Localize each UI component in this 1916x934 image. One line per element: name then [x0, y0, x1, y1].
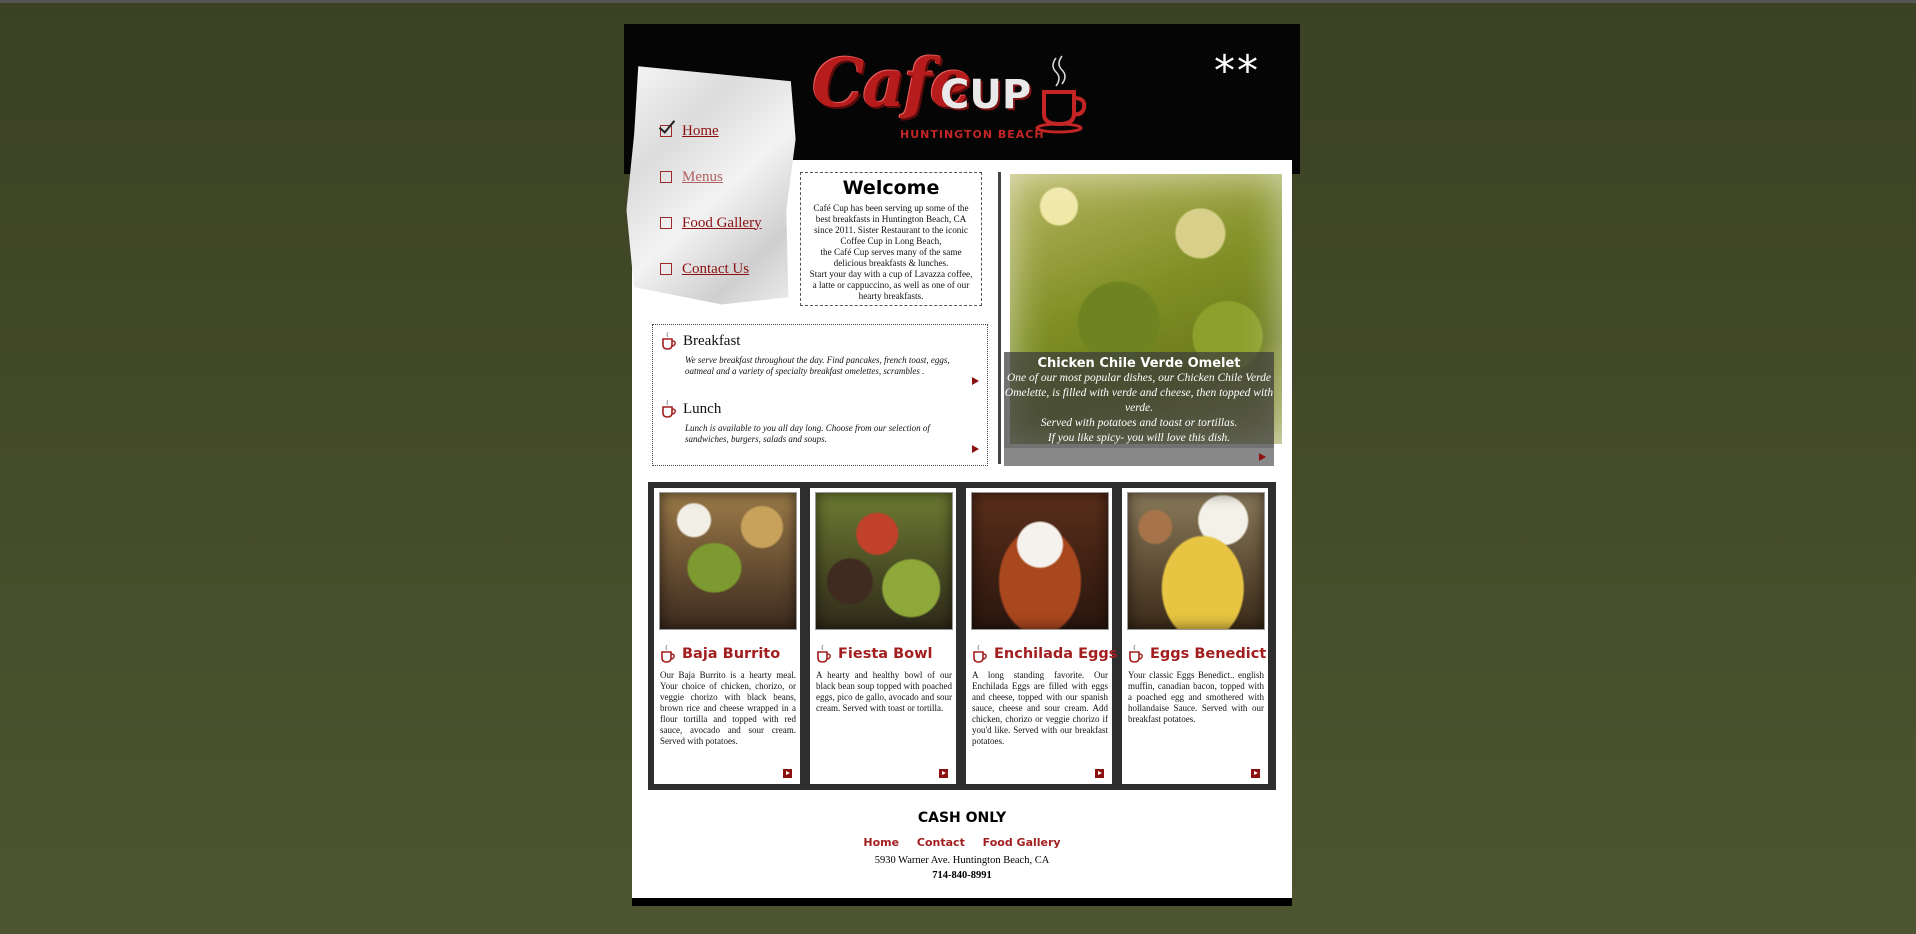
- meal-title-row: Lunch: [661, 399, 981, 419]
- dish-desc: A long standing favorite. Our Enchilada …: [972, 670, 1108, 746]
- cash-only-notice: CASH ONLY: [917, 810, 1007, 826]
- dish-card: Enchilada Eggs A long standing favorite.…: [966, 488, 1117, 784]
- featured-dish: Chicken Chile Verde Omelet One of our mo…: [1004, 172, 1282, 466]
- dish-card: Eggs Benedict Your classic Eggs Benedict…: [1122, 488, 1268, 784]
- welcome-title: Welcome: [842, 177, 940, 199]
- feature-more-arrow-icon[interactable]: [1259, 453, 1266, 461]
- nav-item-menus[interactable]: Menus: [660, 154, 762, 200]
- footer-link-home[interactable]: Home: [863, 836, 899, 849]
- checkbox-icon: [660, 217, 672, 229]
- dish-desc: Our Baja Burrito is a hearty meal. Your …: [660, 670, 796, 746]
- mug-icon: [662, 331, 676, 350]
- mug-icon: [973, 644, 987, 663]
- main-nav: Home Menus Food Gallery Contact Us: [660, 108, 762, 292]
- welcome-box: Welcome Café Cup has been serving up som…: [800, 172, 982, 306]
- nav-item-contact-us[interactable]: Contact Us: [660, 246, 762, 292]
- logo-word-text: CUP: [940, 72, 1032, 118]
- feature-caption: Chicken Chile Verde Omelet One of our mo…: [1004, 352, 1274, 452]
- dish-title: Fiesta Bowl: [838, 646, 933, 662]
- breakfast-more-arrow-icon[interactable]: [972, 377, 979, 385]
- dish-photo[interactable]: [815, 492, 953, 630]
- dish-title-row: Baja Burrito: [660, 644, 780, 664]
- nav-link-contact-us[interactable]: Contact Us: [682, 261, 749, 278]
- lunch-more-arrow-icon[interactable]: [972, 445, 979, 453]
- nav-link-home[interactable]: Home: [682, 123, 719, 140]
- dish-card: Fiesta Bowl A hearty and healthy bowl of…: [810, 488, 956, 784]
- feature-footer-band: [1004, 448, 1274, 466]
- checkbox-icon: [660, 171, 672, 183]
- nav-item-home[interactable]: Home: [660, 108, 762, 154]
- dish-cards: Baja Burrito Our Baja Burrito is a heart…: [648, 482, 1276, 790]
- footer-phone: 714-840-8991: [932, 870, 992, 881]
- coffee-mug-icon: [1035, 55, 1087, 134]
- footer-link-food-gallery[interactable]: Food Gallery: [983, 836, 1061, 849]
- checkbox-checked-icon: [660, 125, 672, 137]
- cafe-cup-logo[interactable]: Cafe CUP HUNTINGTON BEACH: [812, 38, 1102, 158]
- mug-icon: [1129, 644, 1143, 663]
- dish-title-row: Enchilada Eggs: [972, 644, 1117, 664]
- feature-title: Chicken Chile Verde Omelet: [1037, 356, 1241, 371]
- divider: [998, 172, 1001, 464]
- decorative-stars: **: [1214, 46, 1260, 95]
- mug-icon: [662, 399, 676, 418]
- meal-desc: We serve breakfast throughout the day. F…: [685, 355, 950, 376]
- dish-title: Baja Burrito: [682, 646, 781, 662]
- dish-more-arrow-icon[interactable]: [783, 769, 792, 778]
- dish-desc: Your classic Eggs Benedict.. english muf…: [1128, 670, 1264, 724]
- mug-icon: [817, 644, 831, 663]
- meal-title: Breakfast: [683, 332, 741, 349]
- dish-card: Baja Burrito Our Baja Burrito is a heart…: [654, 488, 800, 784]
- dish-title-row: Eggs Benedict: [1128, 644, 1266, 664]
- dish-photo[interactable]: [1127, 492, 1265, 630]
- dish-more-arrow-icon[interactable]: [1095, 769, 1104, 778]
- browser-top-edge: [0, 0, 1916, 3]
- dish-title: Enchilada Eggs: [994, 646, 1118, 662]
- meal-lunch: Lunch Lunch is available to you all day …: [661, 399, 981, 453]
- bottom-strip: [632, 898, 1292, 906]
- site-container: Cafe CUP HUNTINGTON BEACH ** Home Menus …: [624, 14, 1300, 906]
- footer-links: Home Contact Food Gallery: [632, 836, 1292, 849]
- nav-link-food-gallery[interactable]: Food Gallery: [682, 215, 762, 232]
- mug-icon: [661, 644, 675, 663]
- checkbox-icon: [660, 263, 672, 275]
- welcome-text: Café Cup has been serving up some of the…: [809, 203, 973, 301]
- dish-photo[interactable]: [659, 492, 797, 630]
- meal-breakfast: Breakfast We serve breakfast throughout …: [661, 331, 981, 385]
- meal-title: Lunch: [683, 400, 722, 417]
- dish-more-arrow-icon[interactable]: [1251, 769, 1260, 778]
- dish-desc: A hearty and healthy bowl of our black b…: [816, 670, 952, 713]
- footer-link-contact[interactable]: Contact: [917, 836, 965, 849]
- dish-title-row: Fiesta Bowl: [816, 644, 932, 664]
- nav-link-menus[interactable]: Menus: [682, 169, 723, 186]
- dish-more-arrow-icon[interactable]: [939, 769, 948, 778]
- meal-desc: Lunch is available to you all day long. …: [685, 423, 930, 444]
- dish-photo[interactable]: [971, 492, 1109, 630]
- footer: CASH ONLY Home Contact Food Gallery 5930…: [632, 810, 1292, 881]
- meals-box: Breakfast We serve breakfast throughout …: [652, 324, 988, 466]
- feature-text: One of our most popular dishes, our Chic…: [1004, 372, 1274, 444]
- footer-address: 5930 Warner Ave. Huntington Beach, CA: [874, 855, 1050, 866]
- dish-title: Eggs Benedict: [1150, 646, 1267, 662]
- meal-title-row: Breakfast: [661, 331, 981, 351]
- logo-subtitle: HUNTINGTON BEACH: [900, 128, 1045, 141]
- nav-item-food-gallery[interactable]: Food Gallery: [660, 200, 762, 246]
